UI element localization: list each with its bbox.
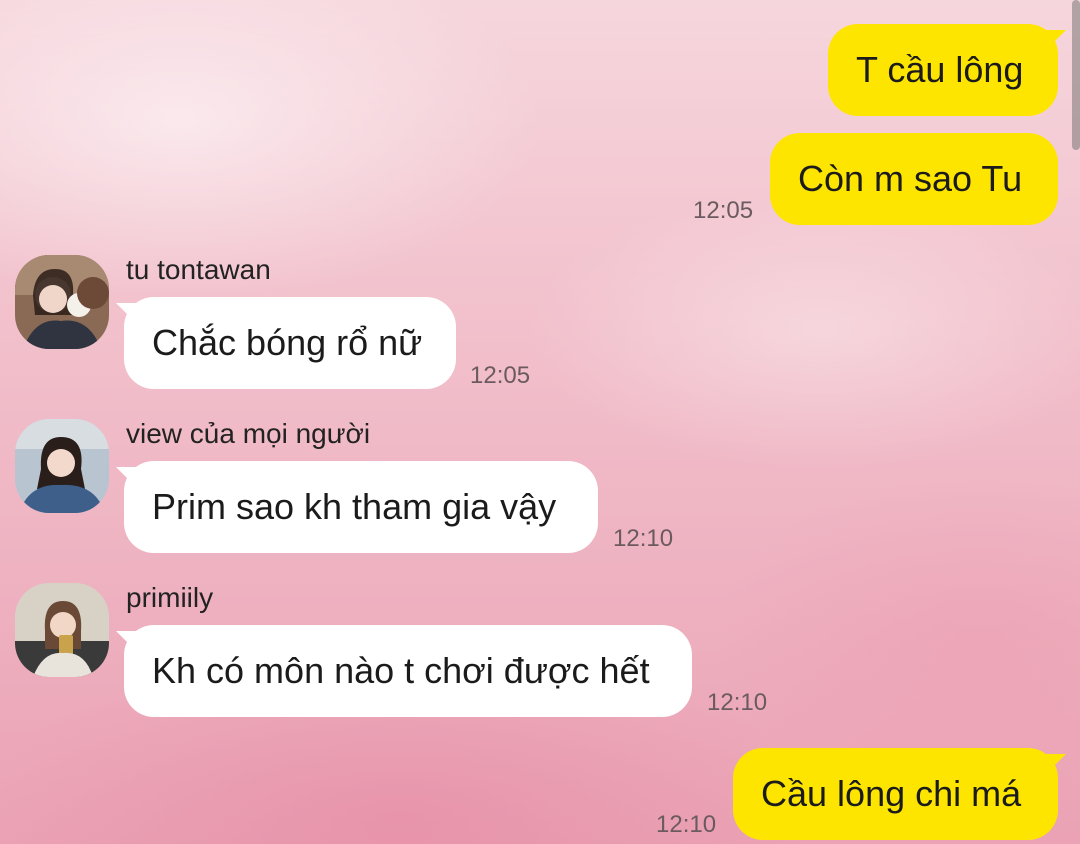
chat-scrollbar[interactable] <box>1072 0 1080 150</box>
message-timestamp: 12:05 <box>470 362 531 389</box>
user-avatar-photo-icon <box>15 419 109 513</box>
message-bubble-incoming[interactable]: Kh có môn nào t chơi được hết <box>124 625 692 717</box>
message-bubble-outgoing[interactable]: T cầu lông <box>828 24 1058 116</box>
sender-avatar[interactable] <box>15 255 109 349</box>
sender-avatar[interactable] <box>15 583 109 677</box>
message-bubble-outgoing[interactable]: Còn m sao Tu <box>770 133 1058 225</box>
sender-avatar[interactable] <box>15 419 109 513</box>
message-timestamp: 12:10 <box>613 525 674 552</box>
user-avatar-photo-icon <box>15 583 109 677</box>
message-bubble-incoming[interactable]: Prim sao kh tham gia vậy <box>124 461 598 553</box>
user-avatar-photo-icon <box>15 255 109 349</box>
message-timestamp: 12:05 <box>693 197 754 224</box>
message-timestamp: 12:10 <box>707 689 768 716</box>
sender-name: view của mọi người <box>126 418 371 449</box>
sender-name: primiily <box>126 582 214 613</box>
message-bubble-incoming[interactable]: Chắc bóng rổ nữ <box>124 297 456 389</box>
message-timestamp: 12:10 <box>656 811 717 838</box>
message-bubble-outgoing[interactable]: Cầu lông chi má <box>733 748 1058 840</box>
sender-name: tu tontawan <box>126 254 271 285</box>
